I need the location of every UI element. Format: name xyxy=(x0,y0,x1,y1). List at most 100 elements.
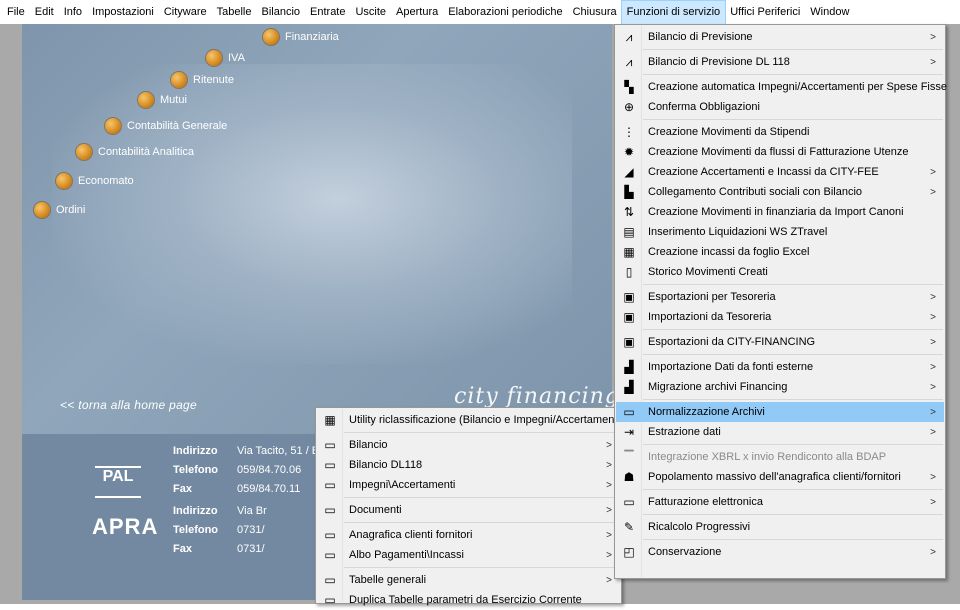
menu-item-label: Importazione Dati da fonti esterne xyxy=(648,361,814,373)
menu-separator xyxy=(344,497,619,498)
menu-item-creazione-accertamenti-e-incassi-da-city-fee[interactable]: ◢ Creazione Accertamenti e Incassi da CIT… xyxy=(616,162,944,182)
home-link-label: Mutui xyxy=(160,94,187,106)
menu-item-migrazione-archivi-financing[interactable]: ▟ Migrazione archivi Financing > xyxy=(616,377,944,397)
coin-icon xyxy=(206,50,222,66)
menu-item-popolamento-massivo-dell-anagrafica-clienti-fornitori[interactable]: ☗ Popolamento massivo dell'anagrafica cli… xyxy=(616,467,944,487)
menu-apertura[interactable]: Apertura xyxy=(391,1,443,24)
menu-item-bilancio-dl118[interactable]: ▭ Bilancio DL118 > xyxy=(317,455,620,475)
menu-item-label: Creazione Movimenti da flussi di Fattura… xyxy=(648,146,909,158)
menu-uscite[interactable]: Uscite xyxy=(350,1,391,24)
menu-item-documenti[interactable]: ▭ Documenti > xyxy=(317,500,620,520)
menu-item-esportazioni-da-city-financing[interactable]: ▣ Esportazioni da CITY-FINANCING > xyxy=(616,332,944,352)
menu-entrate[interactable]: Entrate xyxy=(305,1,350,24)
archive-icon: ▭ xyxy=(623,405,635,419)
menu-impostazioni[interactable]: Impostazioni xyxy=(87,1,159,24)
menu-item-label: Creazione automatica Impegni/Accertament… xyxy=(648,81,947,93)
menu-item-bilancio-di-previsione[interactable]: ⩘ Bilancio di Previsione > xyxy=(616,27,944,47)
archive-icon: ▭ xyxy=(324,548,336,562)
menu-funzioni-di-servizio[interactable]: Funzioni di servizio xyxy=(620,0,727,25)
menu-item-duplica-tabelle-parametri-da-esercizio-corrente[interactable]: ▭ Duplica Tabelle parametri da Esercizio … xyxy=(317,590,620,610)
menu-item-creazione-incassi-da-foglio-excel[interactable]: ▦ Creazione incassi da foglio Excel xyxy=(616,242,944,262)
auto-create-icon: ▚ xyxy=(624,80,634,94)
home-link-label: Ritenute xyxy=(193,74,234,86)
menu-item-bilancio[interactable]: ▭ Bilancio > xyxy=(317,435,620,455)
home-link-label: Economato xyxy=(78,175,134,187)
menu-separator xyxy=(643,354,943,355)
menu-item-label: Bilancio xyxy=(349,439,388,451)
menu-item-esportazioni-per-tesoreria[interactable]: ▣ Esportazioni per Tesoreria > xyxy=(616,287,944,307)
chevron-right-icon: > xyxy=(930,31,936,43)
menu-window[interactable]: Window xyxy=(805,1,854,24)
menu-item-collegamento-contributi-sociali-con-bilancio[interactable]: ▙ Collegamento Contributi sociali con Bil… xyxy=(616,182,944,202)
menu-item-utility-riclassificazione-bilancio-e-impegni-accertamenti[interactable]: ▦ Utility riclassificazione (Bilancio e I… xyxy=(317,410,624,430)
home-link-label: Contabilità Generale xyxy=(127,120,228,132)
menu-item-creazione-movimenti-da-flussi-di-fatturazione-utenze[interactable]: ✹ Creazione Movimenti da flussi di Fattur… xyxy=(616,142,944,162)
menu-item-inserimento-liquidazioni-ws-ztravel[interactable]: ▤ Inserimento Liquidazioni WS ZTravel xyxy=(616,222,944,242)
menu-item-impegni-accertamenti[interactable]: ▭ Impegni\Accertamenti > xyxy=(317,475,620,495)
menu-item-creazione-movimenti-in-finanziaria-da-import-canoni[interactable]: ⇅ Creazione Movimenti in finanziaria da I… xyxy=(616,202,944,222)
travel-icon: ▤ xyxy=(623,225,635,239)
chevron-right-icon: > xyxy=(930,56,936,68)
menu-item-integrazione-xbrl-x-invio-rendiconto-alla-bdap: ▔ Integrazione XBRL x invio Rendiconto al… xyxy=(616,447,944,467)
menu-item-storico-movimenti-creati[interactable]: ▯ Storico Movimenti Creati xyxy=(616,262,944,282)
menu-separator xyxy=(643,119,943,120)
menu-item-importazione-dati-da-fonti-esterne[interactable]: ▟ Importazione Dati da fonti esterne > xyxy=(616,357,944,377)
menu-item-normalizzazione-archivi[interactable]: ▭ Normalizzazione Archivi > xyxy=(616,402,944,422)
menu-item-importazioni-da-tesoreria[interactable]: ▣ Importazioni da Tesoreria > xyxy=(616,307,944,327)
menu-item-ricalcolo-progressivi[interactable]: ✎ Ricalcolo Progressivi xyxy=(616,517,944,537)
menu-item-bilancio-di-previsione-dl-118[interactable]: ⩘ Bilancio di Previsione DL 118 > xyxy=(616,52,944,72)
home-link-mutui[interactable]: Mutui xyxy=(138,92,187,108)
menu-item-conservazione[interactable]: ◰ Conservazione > xyxy=(616,542,944,562)
home-link[interactable]: << torna alla home page xyxy=(60,398,197,412)
menu-separator xyxy=(643,514,943,515)
menu-separator xyxy=(643,284,943,285)
contact-label: Indirizzo xyxy=(173,505,218,517)
archive-icon: ▭ xyxy=(324,478,336,492)
menu-item-label: Utility riclassificazione (Bilancio e Im… xyxy=(349,414,624,426)
contact-value: 059/84.70.06 xyxy=(237,464,302,476)
menu-info[interactable]: Info xyxy=(59,1,87,24)
menu-file[interactable]: File xyxy=(2,1,30,24)
chevron-right-icon: > xyxy=(606,479,612,491)
chevron-right-icon: > xyxy=(930,336,936,348)
contact-label: Indirizzo xyxy=(173,445,218,457)
menu-item-label: Creazione incassi da foglio Excel xyxy=(648,246,810,258)
menu-item-creazione-movimenti-da-stipendi[interactable]: ⋮ Creazione Movimenti da Stipendi xyxy=(616,122,944,142)
menu-bilancio[interactable]: Bilancio xyxy=(256,1,305,24)
menu-elaborazioni-periodiche[interactable]: Elaborazioni periodiche xyxy=(443,1,567,24)
menu-item-estrazione-dati[interactable]: ⇥ Estrazione dati > xyxy=(616,422,944,442)
menu-item-label: Esportazioni da CITY-FINANCING xyxy=(648,336,816,348)
menu-item-creazione-automatica-impegni-accertamenti-per-spese-fisse[interactable]: ▚ Creazione automatica Impegni/Accertamen… xyxy=(616,77,947,97)
menu-item-fatturazione-elettronica[interactable]: ▭ Fatturazione elettronica > xyxy=(616,492,944,512)
menu-item-label: Inserimento Liquidazioni WS ZTravel xyxy=(648,226,828,238)
menu-edit[interactable]: Edit xyxy=(30,1,59,24)
home-link-iva[interactable]: IVA xyxy=(206,50,245,66)
menu-item-label: Conservazione xyxy=(648,546,722,558)
coin-icon xyxy=(138,92,154,108)
menu-separator xyxy=(643,489,943,490)
home-link-ritenute[interactable]: Ritenute xyxy=(171,72,234,88)
home-link-contabilita-analitica[interactable]: Contabilità Analitica xyxy=(76,144,194,160)
city-fee-icon: ◢ xyxy=(624,165,634,179)
menu-item-tabelle-generali[interactable]: ▭ Tabelle generali > xyxy=(317,570,620,590)
treasury-icon: ▣ xyxy=(623,335,635,349)
menu-uffici-periferici[interactable]: Uffici Periferici xyxy=(725,1,805,24)
menu-item-albo-pagamenti-incassi[interactable]: ▭ Albo Pagamenti\Incassi > xyxy=(317,545,620,565)
home-link-finanziaria[interactable]: Finanziaria xyxy=(263,29,339,45)
coin-icon xyxy=(105,118,121,134)
menu-separator xyxy=(643,329,943,330)
chevron-right-icon: > xyxy=(606,459,612,471)
menu-item-label: Creazione Movimenti da Stipendi xyxy=(648,126,810,138)
menu-chiusura[interactable]: Chiusura xyxy=(568,1,622,24)
menu-tabelle[interactable]: Tabelle xyxy=(212,1,257,24)
apra-contact-indirizzo: Indirizzo Via Br xyxy=(173,505,267,517)
home-link-economato[interactable]: Economato xyxy=(56,173,134,189)
menu-item-label: Documenti xyxy=(349,504,402,516)
menu-item-conferma-obbligazioni[interactable]: ⊕ Conferma Obbligazioni xyxy=(616,97,944,117)
home-link-contabilita-generale[interactable]: Contabilità Generale xyxy=(105,118,227,134)
menu-cityware[interactable]: Cityware xyxy=(159,1,212,24)
home-link-ordini[interactable]: Ordini xyxy=(34,202,85,218)
chevron-right-icon: > xyxy=(930,471,936,483)
menu-item-anagrafica-clienti-fornitori[interactable]: ▭ Anagrafica clienti fornitori > xyxy=(317,525,620,545)
menu-item-label: Esportazioni per Tesoreria xyxy=(648,291,776,303)
